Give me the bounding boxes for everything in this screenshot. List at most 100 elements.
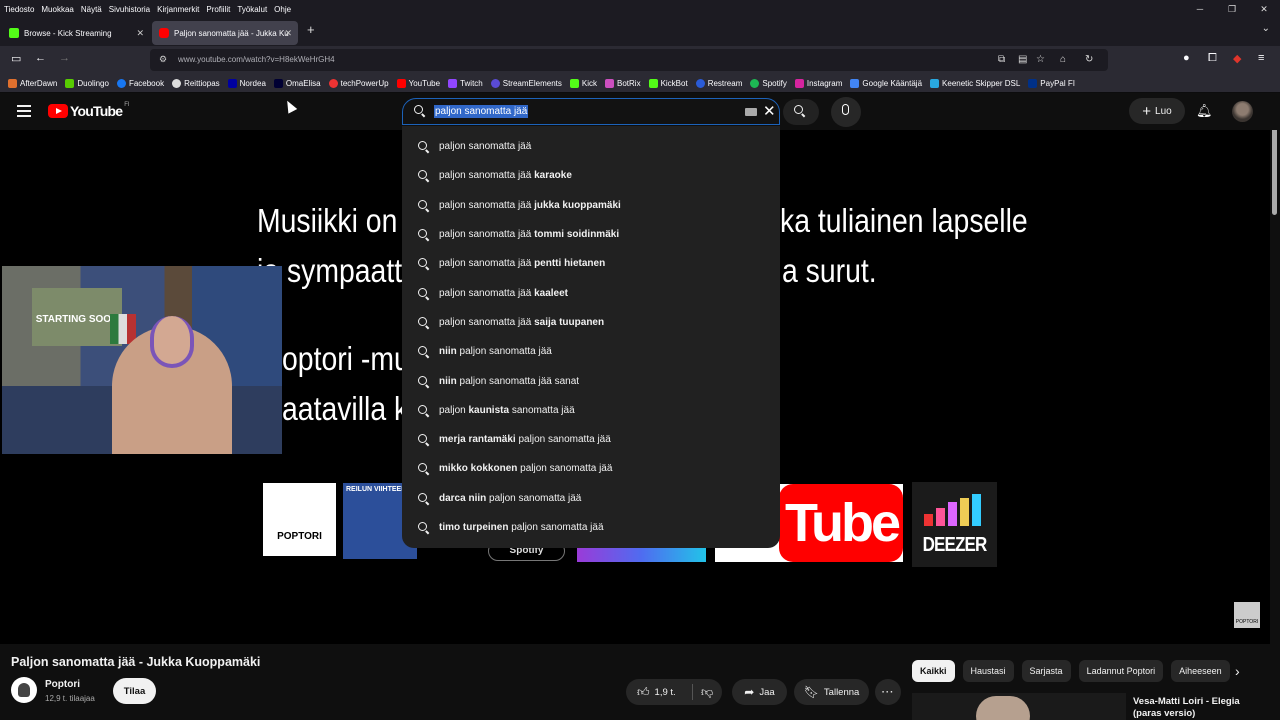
tab-kick[interactable]: Browse - Kick Streaming ✕ [2,21,150,45]
bookmark-nordea[interactable]: Nordea [227,78,266,88]
menu-item-history[interactable]: Sivuhistoria [109,5,150,14]
bookmark-botrix[interactable]: BotRix [605,78,641,88]
tab-list-chevron-icon[interactable]: ⌄ [1262,23,1270,34]
suggestion-item[interactable]: paljon sanomatta jää pentti hietanen [402,249,780,278]
bookmark-instagram[interactable]: Instagram [794,78,842,88]
related-video-title[interactable]: Vesa-Matti Loiri - Elegia (paras versio) [1133,696,1243,720]
minimize-icon[interactable]: ─ [1184,0,1216,18]
subscribe-button[interactable]: Tilaa [113,678,156,704]
suggestion-item[interactable]: paljon sanomatta jää kaaleet [402,278,780,307]
search-input[interactable]: paljon sanomatta jää ✕ [402,98,780,125]
menu-item-edit[interactable]: Muokkaa [41,5,73,14]
bookmark-google-translate[interactable]: Google Kääntäjä [850,78,922,88]
suggestion-item[interactable]: paljon sanomatta jää karaoke [402,161,780,190]
share-button[interactable]: ➦ Jaa [732,679,787,705]
channel-avatar[interactable] [11,677,37,703]
keyboard-icon[interactable] [745,108,757,116]
site-info-icon[interactable]: ⚙ [159,54,167,65]
suggestion-item[interactable]: merja rantamäki paljon sanomatta jää [402,425,780,454]
suggestion-item[interactable]: timo turpeinen paljon sanomatta jää [402,513,780,542]
restream-icon [695,78,705,88]
chip-series[interactable]: Sarjasta [1021,660,1071,682]
tab-label: Browse - Kick Streaming [24,28,112,38]
bookmark-kickbot[interactable]: KickBot [648,78,688,88]
save-button[interactable]: 🔖︎ Tallenna [794,679,869,705]
bookmark-streamelements[interactable]: StreamElements [490,78,562,88]
menu-item-view[interactable]: Näytä [81,5,102,14]
bookmark-paypal[interactable]: PayPal FI [1028,78,1075,88]
bookmark-youtube[interactable]: YouTube [396,78,440,88]
tab-close-icon[interactable]: ✕ [136,28,144,39]
search-query[interactable]: paljon sanomatta jää [434,105,529,118]
suggestion-item[interactable]: paljon kaunista sanomatta jää [402,396,780,425]
notifications-bell-icon[interactable]: 🔔︎ [1196,103,1213,119]
bookmark-reittiopas[interactable]: Reittiopas [172,78,220,88]
search-button[interactable] [783,99,819,125]
picture-in-picture-icon[interactable]: ⧉ [998,54,1005,65]
google-translate-icon [850,78,860,88]
chip-all[interactable]: Kaikki [912,660,955,682]
restore-icon[interactable]: ❐ [1216,0,1248,18]
reload-icon[interactable]: ↻ [1085,54,1093,65]
bookmark-omaelisa[interactable]: OmaElisa [273,78,321,88]
bookmark-kick[interactable]: Kick [569,78,597,88]
bookmark-techpowerup[interactable]: techPowerUp [328,78,389,88]
suggestion-item[interactable]: paljon sanomatta jää saija tuupanen [402,308,780,337]
menu-item-tools[interactable]: Työkalut [237,5,267,14]
bookmark-duolingo[interactable]: Duolingo [65,78,109,88]
bookmark-afterdawn[interactable]: AfterDawn [8,78,57,88]
menu-item-help[interactable]: Ohje [274,5,291,14]
ublock-icon[interactable]: ◆ [1233,52,1241,65]
channel-watermark[interactable]: POPTORI [1234,602,1260,628]
menu-item-profiles[interactable]: Profiilit [206,5,230,14]
suggestion-item[interactable]: darca niin paljon sanomatta jää [402,484,780,513]
bookmark-restream[interactable]: Restream [695,78,742,88]
related-video-thumbnail[interactable] [912,693,1126,720]
thumbs-down-icon[interactable]: 👎︎ [701,685,713,700]
bookmark-facebook[interactable]: Facebook [116,78,164,88]
chip-for-you[interactable]: Haustasi [962,660,1014,682]
chip-related[interactable]: Aiheeseen [1171,660,1230,682]
voice-search-button[interactable] [831,97,861,127]
app-menu-icon[interactable]: ≡ [1258,52,1264,64]
tab-close-icon[interactable]: ✕ [284,28,292,39]
guide-menu-icon[interactable] [17,105,31,120]
bookmark-keenetic[interactable]: Keenetic Skipper DSL [930,78,1020,88]
tab-youtube[interactable]: Paljon sanomatta jää - Jukka Ku ✕ [152,21,298,45]
bookmark-twitch[interactable]: Twitch [448,78,483,88]
address-bar[interactable]: ⚙ www.youtube.com/watch?v=H8ekWeHrGH4 ⧉ … [150,49,1108,71]
sidebar-toggle-icon[interactable]: ▭ [11,52,21,65]
clear-search-icon[interactable]: ✕ [763,102,776,120]
suggestion-item[interactable]: niin paljon sanomatta jää sanat [402,366,780,395]
menu-item-bookmarks[interactable]: Kirjanmerkit [157,5,199,14]
suggestion-item[interactable]: paljon sanomatta jää jukka kuoppamäki [402,191,780,220]
page-scrollbar[interactable] [1270,93,1280,720]
extensions-icon[interactable]: ⧠ [1208,52,1217,65]
reader-view-icon[interactable]: ▤ [1018,54,1027,65]
chevron-right-icon[interactable]: › [1235,663,1240,679]
bookmark-spotify[interactable]: Spotify [750,78,787,88]
url-text[interactable]: www.youtube.com/watch?v=H8ekWeHrGH4 [178,55,335,64]
new-tab-icon[interactable]: + [307,22,315,37]
suggestion-item[interactable]: niin paljon sanomatta jää [402,337,780,366]
channel-name[interactable]: Poptori [45,679,80,690]
afterdawn-icon [8,78,17,88]
back-icon[interactable]: ← [35,52,46,64]
chip-uploaded-by[interactable]: Ladannut Poptori [1078,660,1164,682]
suggestion-item[interactable]: paljon sanomatta jää tommi soidinmäki [402,220,780,249]
youtube-logo[interactable]: YouTube FI [48,102,130,119]
bookmarks-toolbar: AfterDawn Duolingo Facebook Reittiopas N… [0,74,1280,93]
account-avatar[interactable] [1232,101,1253,122]
menu-item-file[interactable]: Tiedosto [4,5,34,14]
bookmark-star-icon[interactable]: ☆ [1036,54,1045,65]
suggestion-item[interactable]: mikko kokkonen paljon sanomatta jää [402,454,780,483]
account-icon[interactable]: ● [1183,52,1190,64]
overlay-text-line: aatavilla k [282,390,409,427]
forward-icon[interactable]: → [59,52,70,64]
create-button[interactable]: + Luo [1129,98,1185,124]
more-actions-button[interactable]: ··· [875,679,901,705]
suggestion-item[interactable]: paljon sanomatta jää [402,132,780,161]
like-button[interactable]: 👍︎ 1,9 t. [637,685,676,700]
close-window-icon[interactable]: ✕ [1248,0,1280,18]
home-icon[interactable]: ⌂ [1060,54,1066,65]
